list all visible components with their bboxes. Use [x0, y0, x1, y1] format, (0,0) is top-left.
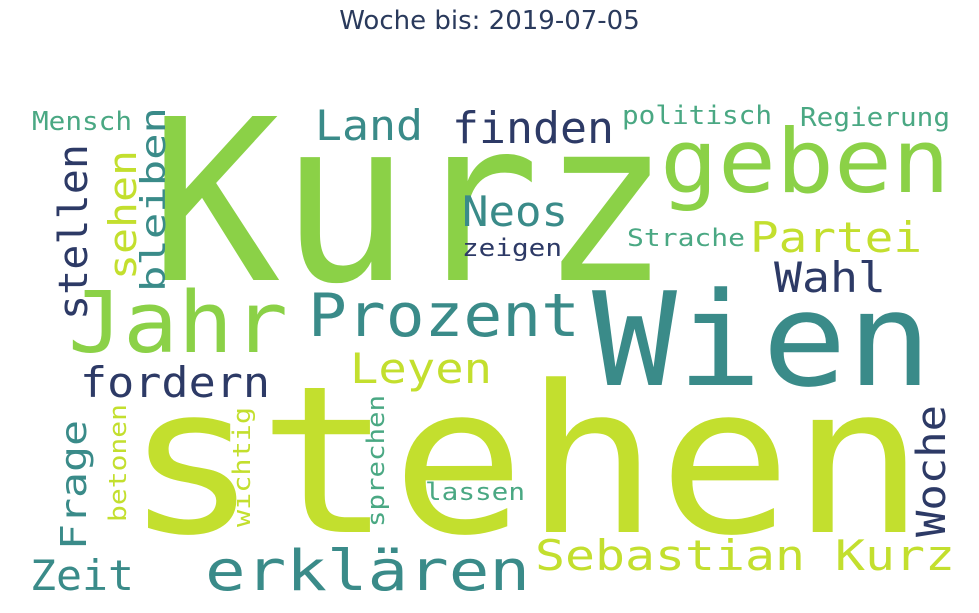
word-regierung: Regierung: [800, 103, 950, 133]
word-neos: Neos: [462, 187, 568, 236]
word-stellen: stellen: [51, 144, 97, 320]
word-lassen: lassen: [425, 478, 525, 506]
word-wahl: Wahl: [774, 253, 886, 302]
word-frage: Frage: [54, 420, 95, 550]
word-finden: finden: [452, 103, 614, 154]
word-erklaeren: erklären: [205, 539, 530, 604]
word-wichtig: wichtig: [228, 407, 256, 527]
word-bleiben: bleiben: [134, 107, 174, 292]
word-sprechen: sprechen: [362, 395, 390, 527]
word-betonen: betonen: [104, 404, 132, 522]
word-prozent: Prozent: [308, 281, 580, 351]
word-woche: Woche: [909, 405, 955, 537]
word-mensch: Mensch: [32, 107, 132, 137]
word-fordern: fordern: [80, 358, 270, 407]
word-sebastian-kurz: Sebastian Kurz: [535, 531, 955, 580]
word-leyen: Leyen: [350, 344, 492, 393]
word-land: Land: [315, 101, 423, 150]
word-zeigen: zeigen: [462, 234, 562, 262]
word-politisch: politisch: [622, 101, 772, 131]
word-cloud: Kurz stehen Wien geben Jahr Prozent erkl…: [30, 72, 955, 604]
word-strache: Strache: [627, 224, 745, 252]
word-zeit: Zeit: [30, 551, 134, 600]
